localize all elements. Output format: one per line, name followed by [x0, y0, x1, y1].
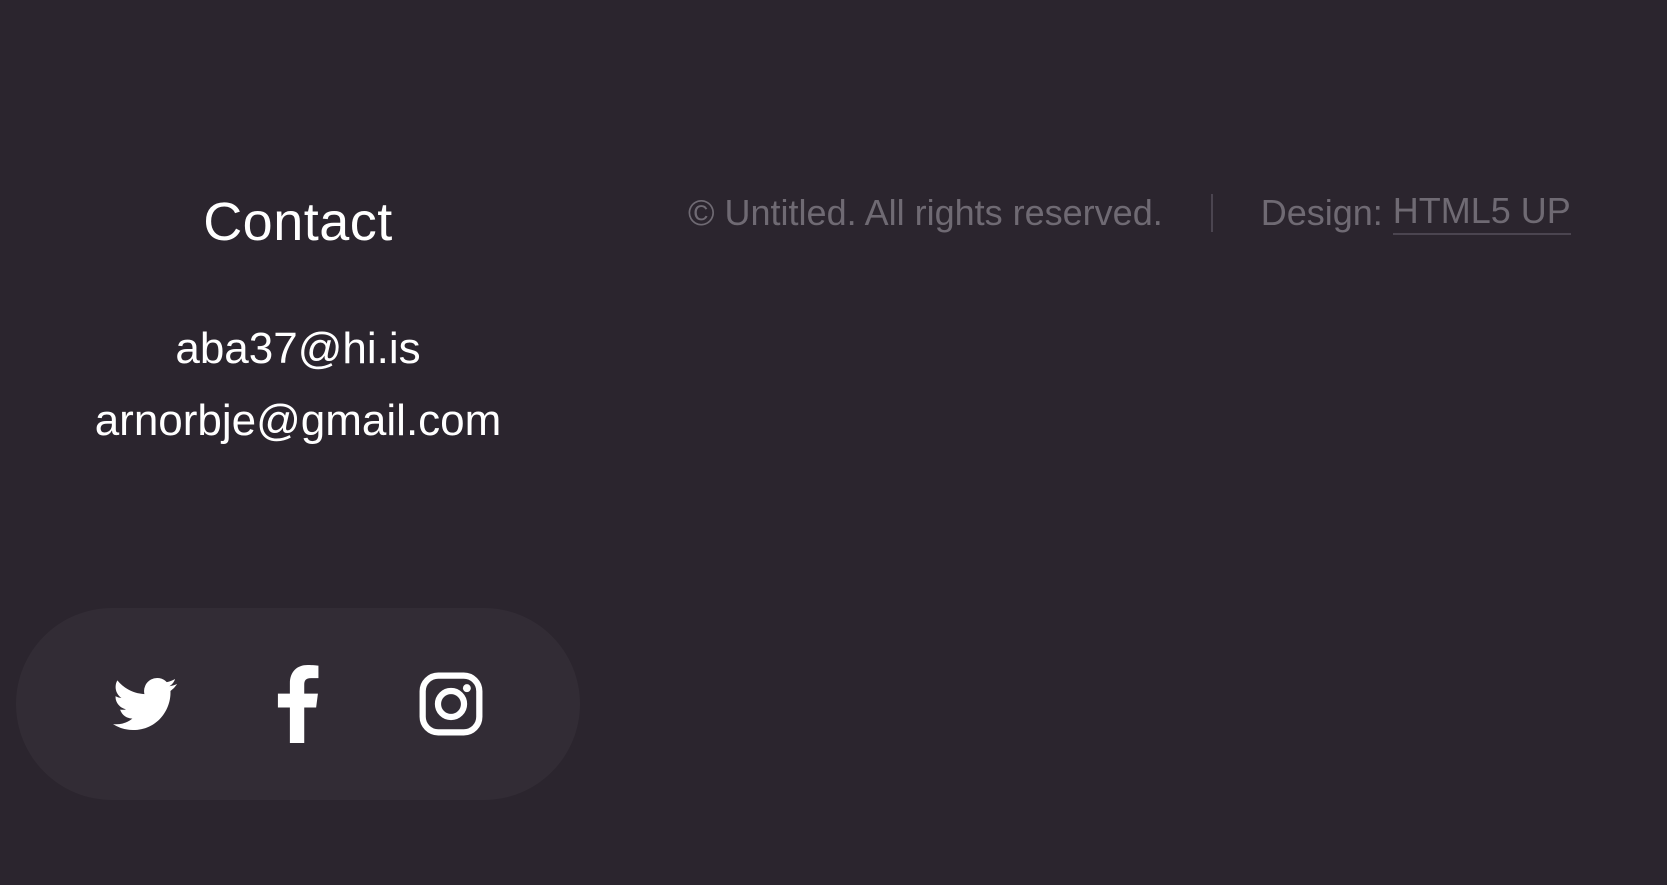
- email-link-secondary[interactable]: arnorbje@gmail.com: [0, 385, 596, 457]
- copyright-text: © Untitled. All rights reserved.: [688, 191, 1163, 233]
- contact-section: Contact aba37@hi.is arnorbje@gmail.com: [0, 190, 596, 457]
- facebook-icon: [277, 665, 319, 743]
- contact-title: Contact: [203, 192, 393, 252]
- twitter-link[interactable]: [101, 660, 189, 748]
- footer-divider: [1210, 193, 1213, 232]
- copyright-footer: © Untitled. All rights reserved. Design:…: [688, 190, 1571, 235]
- instagram-icon: [419, 672, 483, 736]
- email-link-primary[interactable]: aba37@hi.is: [0, 313, 596, 385]
- design-credit-label: Design:: [1260, 191, 1383, 233]
- facebook-link[interactable]: [254, 660, 342, 748]
- twitter-icon: [112, 677, 177, 731]
- design-credit-link[interactable]: HTML5 UP: [1392, 190, 1571, 235]
- social-icons-bar: [16, 608, 580, 800]
- instagram-link[interactable]: [407, 660, 495, 748]
- contact-emails: aba37@hi.is arnorbje@gmail.com: [0, 313, 596, 457]
